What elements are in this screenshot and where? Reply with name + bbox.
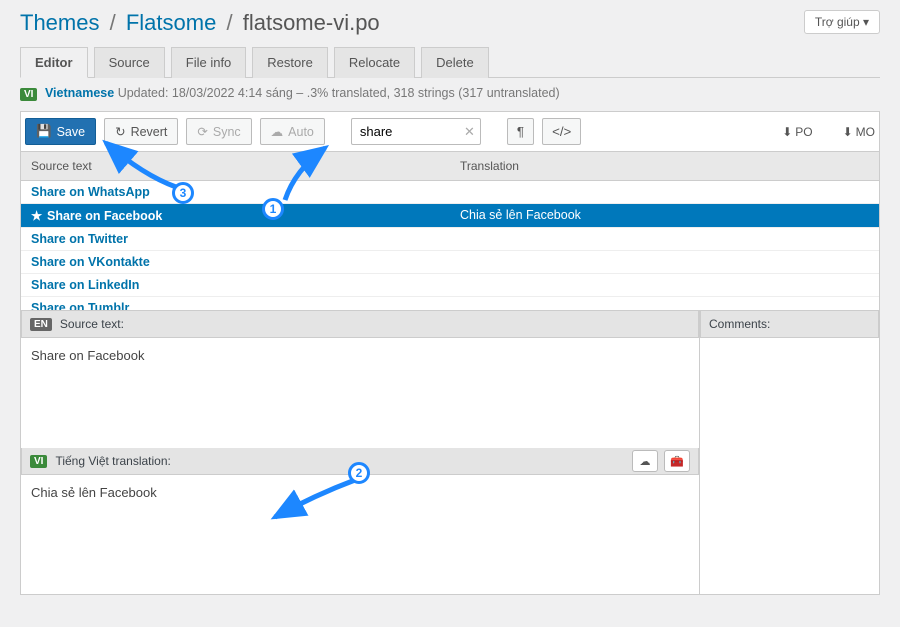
table-row[interactable]: Share on WhatsApp bbox=[21, 181, 879, 204]
tab-restore[interactable]: Restore bbox=[252, 47, 328, 78]
table-row[interactable]: Share on VKontakte bbox=[21, 251, 879, 274]
row-source: Share on WhatsApp bbox=[21, 181, 450, 203]
row-translation: Chia sẻ lên Facebook bbox=[450, 204, 879, 227]
sync-button[interactable]: ⟳ Sync bbox=[186, 118, 251, 145]
translation-input[interactable] bbox=[21, 475, 699, 595]
list-header: Source text Translation bbox=[20, 152, 880, 181]
row-translation bbox=[450, 251, 879, 273]
source-text-value: Share on Facebook bbox=[21, 338, 699, 448]
comments-header: Comments: bbox=[700, 311, 879, 338]
revert-icon: ↻ bbox=[115, 124, 125, 139]
star-icon: ★ bbox=[31, 208, 43, 223]
tab-source[interactable]: Source bbox=[94, 47, 165, 78]
breadcrumb-themes[interactable]: Themes bbox=[20, 10, 99, 35]
row-translation bbox=[450, 181, 879, 203]
save-icon: 💾 bbox=[36, 124, 52, 139]
col-translation[interactable]: Translation bbox=[450, 152, 879, 180]
download-icon: ⬇ bbox=[843, 125, 853, 139]
tab-delete[interactable]: Delete bbox=[421, 47, 489, 78]
download-icon: ⬇ bbox=[782, 125, 792, 139]
toolbar: 💾 Save ↻ Revert ⟳ Sync ☁ Auto ✕ ¶ </> ⬇ … bbox=[20, 111, 880, 152]
toolbox-button[interactable]: 🧰 bbox=[664, 450, 690, 472]
comments-label: Comments: bbox=[709, 317, 770, 331]
row-source: Share on Twitter bbox=[21, 228, 450, 250]
translation-label: Tiếng Việt translation: bbox=[55, 454, 170, 468]
download-po[interactable]: ⬇ PO bbox=[782, 125, 812, 139]
clear-search-icon[interactable]: ✕ bbox=[464, 124, 475, 140]
lang-meta: Updated: 18/03/2022 4:14 sáng – .3% tran… bbox=[118, 86, 560, 100]
row-translation bbox=[450, 228, 879, 250]
source-label: Source text: bbox=[60, 317, 124, 331]
code-view-button[interactable]: </> bbox=[542, 118, 581, 145]
table-row[interactable]: ★Share on FacebookChia sẻ lên Facebook bbox=[21, 204, 879, 228]
breadcrumb-flatsome[interactable]: Flatsome bbox=[126, 10, 216, 35]
source-badge: EN bbox=[30, 318, 52, 331]
auto-button[interactable]: ☁ Auto bbox=[260, 118, 325, 145]
row-translation bbox=[450, 297, 879, 311]
download-mo[interactable]: ⬇ MO bbox=[843, 125, 875, 139]
help-button[interactable]: Trợ giúp ▾ bbox=[804, 10, 880, 34]
translation-badge: VI bbox=[30, 455, 47, 468]
row-source: Share on VKontakte bbox=[21, 251, 450, 273]
cloud-icon: ☁ bbox=[640, 455, 651, 468]
annotation-2: 2 bbox=[348, 462, 370, 484]
source-panel-header: EN Source text: bbox=[21, 311, 699, 338]
col-source[interactable]: Source text bbox=[21, 152, 450, 180]
annotation-3: 3 bbox=[172, 182, 194, 204]
lang-name[interactable]: Vietnamese bbox=[45, 86, 114, 100]
table-row[interactable]: Share on Twitter bbox=[21, 228, 879, 251]
tab-relocate[interactable]: Relocate bbox=[334, 47, 415, 78]
row-source: ★Share on Facebook bbox=[21, 204, 450, 227]
cloud-icon: ☁ bbox=[271, 124, 284, 139]
language-status: VI Vietnamese Updated: 18/03/2022 4:14 s… bbox=[20, 86, 880, 101]
string-list[interactable]: Share on WhatsApp★Share on FacebookChia … bbox=[20, 181, 880, 311]
search-input[interactable] bbox=[351, 118, 481, 145]
tabs: Editor Source File info Restore Relocate… bbox=[20, 46, 880, 78]
table-row[interactable]: Share on Tumblr bbox=[21, 297, 879, 311]
toolbox-icon: 🧰 bbox=[670, 455, 684, 468]
breadcrumb-file: flatsome-vi.po bbox=[243, 10, 380, 35]
row-source: Share on LinkedIn bbox=[21, 274, 450, 296]
suggest-button[interactable]: ☁ bbox=[632, 450, 658, 472]
annotation-1: 1 bbox=[262, 198, 284, 220]
lang-badge: VI bbox=[20, 88, 37, 101]
tab-file-info[interactable]: File info bbox=[171, 47, 247, 78]
row-translation bbox=[450, 274, 879, 296]
comments-body[interactable] bbox=[700, 338, 879, 595]
pilcrow-button[interactable]: ¶ bbox=[507, 118, 534, 145]
tab-editor[interactable]: Editor bbox=[20, 47, 88, 78]
revert-button[interactable]: ↻ Revert bbox=[104, 118, 178, 145]
save-button[interactable]: 💾 Save bbox=[25, 118, 96, 145]
row-source: Share on Tumblr bbox=[21, 297, 450, 311]
table-row[interactable]: Share on LinkedIn bbox=[21, 274, 879, 297]
breadcrumb: Themes / Flatsome / flatsome-vi.po bbox=[20, 10, 380, 36]
sync-icon: ⟳ bbox=[197, 124, 207, 139]
